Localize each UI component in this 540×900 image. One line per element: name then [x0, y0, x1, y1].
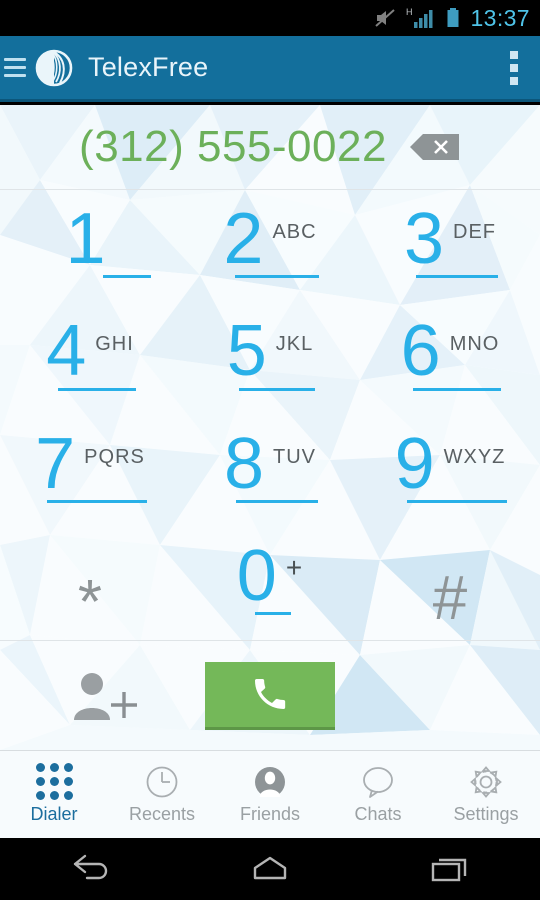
key-letters: MNO	[449, 333, 500, 356]
dialed-number[interactable]: (312) 555-0022	[79, 122, 387, 172]
tab-settings[interactable]: Settings	[432, 765, 540, 825]
key-underline	[238, 387, 316, 391]
dialer-action-row	[0, 640, 540, 750]
signal-h-icon: H	[406, 7, 433, 28]
key-0[interactable]: 0 +	[180, 528, 360, 640]
key-digit: 2	[223, 199, 264, 279]
key-letters: DEF	[453, 221, 497, 243]
tab-label: Dialer	[30, 803, 78, 824]
keypad: 1 2 ABC 3 DEF 4 GHI 5 JKL 6 MNO 7 PQRS 8…	[0, 191, 540, 640]
key-underline	[415, 275, 499, 279]
key-digit: *	[77, 567, 103, 637]
back-arrow-icon[interactable]	[35, 847, 145, 891]
battery-icon	[447, 8, 459, 27]
key-digit: 3	[403, 199, 445, 279]
key-underline	[412, 387, 502, 391]
key-underline	[235, 499, 319, 503]
overflow-menu-icon[interactable]	[510, 50, 518, 85]
key-8[interactable]: 8 TUV	[180, 416, 360, 528]
key-digit: #	[432, 563, 468, 633]
hamburger-icon[interactable]	[2, 58, 28, 77]
key-underline	[406, 499, 508, 503]
call-button[interactable]	[205, 661, 335, 730]
tab-dialer[interactable]: Dialer	[0, 763, 108, 825]
key-digit: 4	[46, 311, 87, 392]
tab-friends[interactable]: Friends	[216, 765, 324, 825]
key-digit: 9	[394, 423, 435, 504]
status-bar: H 13:37	[0, 0, 540, 36]
tab-label: Chats	[354, 803, 402, 824]
keypad-dots-icon	[35, 763, 73, 800]
tab-chats[interactable]: Chats	[324, 765, 432, 825]
key-digit: 6	[400, 311, 441, 392]
key-2[interactable]: 2 ABC	[180, 191, 360, 303]
person-icon	[253, 765, 287, 799]
tab-label: Recents	[128, 803, 196, 824]
key-4[interactable]: 4 GHI	[0, 303, 180, 415]
key-letters: PQRS	[84, 445, 145, 468]
key-digit: 8	[223, 423, 265, 504]
key-underline	[58, 387, 136, 391]
phone-handset-icon	[255, 679, 286, 709]
key-letters: +	[285, 551, 304, 583]
key-5[interactable]: 5 JKL	[180, 303, 360, 415]
key-digit: 5	[226, 311, 267, 392]
key-letters: ABC	[272, 221, 317, 243]
gear-icon	[469, 765, 503, 799]
action-bar: TelexFree	[0, 36, 540, 102]
key-underline	[47, 499, 147, 503]
key-letters: TUV	[273, 445, 317, 468]
key-hash[interactable]: #	[360, 528, 540, 640]
key-3[interactable]: 3 DEF	[360, 191, 540, 303]
key-underline	[254, 612, 292, 616]
key-digit: 1	[65, 199, 106, 279]
key-7[interactable]: 7 PQRS	[0, 416, 180, 528]
chat-bubble-icon	[361, 765, 395, 799]
key-9[interactable]: 9 WXYZ	[360, 416, 540, 528]
clock-icon	[145, 765, 179, 799]
key-1[interactable]: 1	[0, 191, 180, 303]
backspace-icon[interactable]	[409, 132, 461, 162]
key-underline	[235, 275, 319, 279]
key-underline	[103, 275, 151, 279]
number-display-row: (312) 555-0022	[0, 105, 540, 190]
android-nav-bar	[0, 838, 540, 900]
key-star[interactable]: *	[0, 528, 180, 640]
key-letters: JKL	[275, 333, 314, 356]
dialer-body: (312) 555-0022 1 2 ABC 3 DEF 4 GHI 5 JKL…	[0, 105, 540, 750]
mute-icon	[375, 9, 396, 27]
tab-label: Friends	[239, 803, 301, 824]
key-digit: 7	[35, 423, 76, 504]
key-letters: GHI	[95, 333, 134, 356]
key-digit: 0	[236, 535, 277, 616]
status-bar-clock: 13:37	[470, 4, 530, 31]
bottom-tab-bar: Dialer Recents Friends Chats Settings	[0, 750, 540, 838]
phone-screen: H 13:37 TelexFree (312) 555-0022 1 2 ABC…	[0, 0, 540, 900]
app-title: TelexFree	[88, 52, 209, 82]
tab-label: Settings	[453, 803, 519, 824]
recent-apps-icon[interactable]	[395, 847, 505, 891]
home-icon[interactable]	[215, 847, 325, 891]
key-letters: WXYZ	[443, 445, 506, 468]
tab-recents[interactable]: Recents	[108, 765, 216, 825]
telexfree-logo-icon	[35, 49, 73, 86]
key-6[interactable]: 6 MNO	[360, 303, 540, 415]
add-contact-icon[interactable]	[70, 670, 140, 722]
svg-text:H: H	[406, 7, 413, 17]
